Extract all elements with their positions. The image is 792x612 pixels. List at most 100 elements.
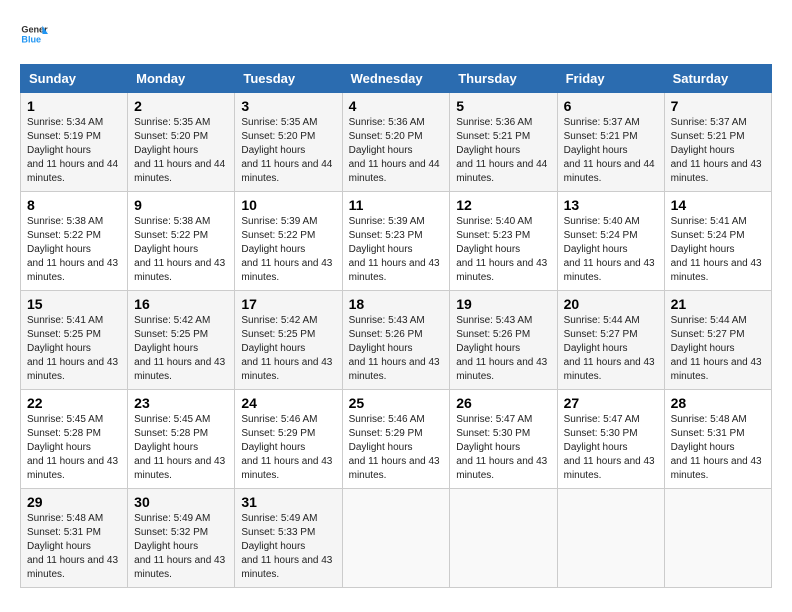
daylight-label: Daylight hours — [241, 541, 305, 552]
daylight-label: Daylight hours — [456, 145, 520, 156]
calendar-cell: 6 Sunrise: 5:37 AM Sunset: 5:21 PM Dayli… — [557, 93, 664, 192]
calendar-week-row: 15 Sunrise: 5:41 AM Sunset: 5:25 PM Dayl… — [21, 291, 772, 390]
logo: General Blue — [20, 20, 52, 48]
calendar-cell: 11 Sunrise: 5:39 AM Sunset: 5:23 PM Dayl… — [342, 192, 450, 291]
sunrise-label: Sunrise: — [671, 117, 708, 128]
sunset-label: Sunset: — [564, 329, 598, 340]
day-number: 4 — [349, 98, 444, 114]
sunset-label: Sunset: — [564, 230, 598, 241]
day-info: Sunrise: 5:45 AM Sunset: 5:28 PM Dayligh… — [134, 413, 228, 483]
sunset-label: Sunset: — [241, 527, 275, 538]
day-info: Sunrise: 5:41 AM Sunset: 5:24 PM Dayligh… — [671, 215, 765, 285]
calendar-cell: 7 Sunrise: 5:37 AM Sunset: 5:21 PM Dayli… — [664, 93, 771, 192]
sunrise-label: Sunrise: — [671, 414, 708, 425]
sunrise-label: Sunrise: — [456, 216, 493, 227]
day-info: Sunrise: 5:37 AM Sunset: 5:21 PM Dayligh… — [564, 116, 658, 186]
sunset-label: Sunset: — [349, 230, 383, 241]
daylight-label: Daylight hours — [564, 244, 628, 255]
calendar-cell: 20 Sunrise: 5:44 AM Sunset: 5:27 PM Dayl… — [557, 291, 664, 390]
calendar-cell: 25 Sunrise: 5:46 AM Sunset: 5:29 PM Dayl… — [342, 390, 450, 489]
day-number: 5 — [456, 98, 550, 114]
daylight-label: Daylight hours — [241, 343, 305, 354]
calendar-cell: 26 Sunrise: 5:47 AM Sunset: 5:30 PM Dayl… — [450, 390, 557, 489]
sunrise-label: Sunrise: — [349, 216, 386, 227]
calendar-cell: 5 Sunrise: 5:36 AM Sunset: 5:21 PM Dayli… — [450, 93, 557, 192]
daylight-label: Daylight hours — [241, 145, 305, 156]
calendar-cell: 28 Sunrise: 5:48 AM Sunset: 5:31 PM Dayl… — [664, 390, 771, 489]
sunrise-label: Sunrise: — [27, 513, 64, 524]
calendar-cell: 4 Sunrise: 5:36 AM Sunset: 5:20 PM Dayli… — [342, 93, 450, 192]
sunset-label: Sunset: — [241, 428, 275, 439]
day-number: 7 — [671, 98, 765, 114]
calendar-cell: 10 Sunrise: 5:39 AM Sunset: 5:22 PM Dayl… — [235, 192, 342, 291]
day-info: Sunrise: 5:42 AM Sunset: 5:25 PM Dayligh… — [134, 314, 228, 384]
calendar-week-row: 22 Sunrise: 5:45 AM Sunset: 5:28 PM Dayl… — [21, 390, 772, 489]
day-info: Sunrise: 5:43 AM Sunset: 5:26 PM Dayligh… — [349, 314, 444, 384]
sunset-label: Sunset: — [456, 329, 490, 340]
day-info: Sunrise: 5:46 AM Sunset: 5:29 PM Dayligh… — [241, 413, 335, 483]
daylight-label: Daylight hours — [27, 541, 91, 552]
daylight-label: Daylight hours — [456, 343, 520, 354]
sunrise-label: Sunrise: — [349, 117, 386, 128]
calendar-cell: 31 Sunrise: 5:49 AM Sunset: 5:33 PM Dayl… — [235, 489, 342, 588]
day-info: Sunrise: 5:36 AM Sunset: 5:21 PM Dayligh… — [456, 116, 550, 186]
sunrise-label: Sunrise: — [671, 216, 708, 227]
daylight-label: Daylight hours — [456, 442, 520, 453]
day-number: 24 — [241, 395, 335, 411]
sunrise-label: Sunrise: — [564, 117, 601, 128]
calendar-week-row: 1 Sunrise: 5:34 AM Sunset: 5:19 PM Dayli… — [21, 93, 772, 192]
calendar-cell — [450, 489, 557, 588]
day-number: 6 — [564, 98, 658, 114]
calendar-cell: 2 Sunrise: 5:35 AM Sunset: 5:20 PM Dayli… — [128, 93, 235, 192]
day-info: Sunrise: 5:41 AM Sunset: 5:25 PM Dayligh… — [27, 314, 121, 384]
day-info: Sunrise: 5:44 AM Sunset: 5:27 PM Dayligh… — [671, 314, 765, 384]
sunrise-label: Sunrise: — [671, 315, 708, 326]
day-number: 28 — [671, 395, 765, 411]
calendar-cell: 27 Sunrise: 5:47 AM Sunset: 5:30 PM Dayl… — [557, 390, 664, 489]
sunrise-label: Sunrise: — [349, 315, 386, 326]
calendar-cell: 19 Sunrise: 5:43 AM Sunset: 5:26 PM Dayl… — [450, 291, 557, 390]
sunset-label: Sunset: — [671, 428, 705, 439]
day-info: Sunrise: 5:34 AM Sunset: 5:19 PM Dayligh… — [27, 116, 121, 186]
daylight-label: Daylight hours — [134, 442, 198, 453]
daylight-label: Daylight hours — [349, 442, 413, 453]
sunset-label: Sunset: — [134, 428, 168, 439]
calendar-cell — [557, 489, 664, 588]
calendar-cell — [342, 489, 450, 588]
day-number: 1 — [27, 98, 121, 114]
day-info: Sunrise: 5:47 AM Sunset: 5:30 PM Dayligh… — [456, 413, 550, 483]
logo-icon: General Blue — [20, 20, 48, 48]
calendar-cell: 3 Sunrise: 5:35 AM Sunset: 5:20 PM Dayli… — [235, 93, 342, 192]
daylight-label: Daylight hours — [671, 145, 735, 156]
day-number: 30 — [134, 494, 228, 510]
column-header-tuesday: Tuesday — [235, 65, 342, 93]
calendar-header-row: SundayMondayTuesdayWednesdayThursdayFrid… — [21, 65, 772, 93]
day-number: 2 — [134, 98, 228, 114]
day-number: 16 — [134, 296, 228, 312]
calendar-cell: 9 Sunrise: 5:38 AM Sunset: 5:22 PM Dayli… — [128, 192, 235, 291]
sunset-label: Sunset: — [241, 131, 275, 142]
day-number: 8 — [27, 197, 121, 213]
sunset-label: Sunset: — [27, 131, 61, 142]
day-info: Sunrise: 5:35 AM Sunset: 5:20 PM Dayligh… — [241, 116, 335, 186]
calendar-cell: 18 Sunrise: 5:43 AM Sunset: 5:26 PM Dayl… — [342, 291, 450, 390]
sunset-label: Sunset: — [349, 131, 383, 142]
calendar-cell: 23 Sunrise: 5:45 AM Sunset: 5:28 PM Dayl… — [128, 390, 235, 489]
day-number: 15 — [27, 296, 121, 312]
sunrise-label: Sunrise: — [241, 216, 278, 227]
sunset-label: Sunset: — [241, 230, 275, 241]
day-number: 3 — [241, 98, 335, 114]
sunset-label: Sunset: — [564, 428, 598, 439]
sunset-label: Sunset: — [27, 230, 61, 241]
day-number: 18 — [349, 296, 444, 312]
svg-text:Blue: Blue — [21, 34, 41, 44]
day-info: Sunrise: 5:38 AM Sunset: 5:22 PM Dayligh… — [27, 215, 121, 285]
calendar-cell: 15 Sunrise: 5:41 AM Sunset: 5:25 PM Dayl… — [21, 291, 128, 390]
day-number: 22 — [27, 395, 121, 411]
day-info: Sunrise: 5:47 AM Sunset: 5:30 PM Dayligh… — [564, 413, 658, 483]
day-info: Sunrise: 5:40 AM Sunset: 5:23 PM Dayligh… — [456, 215, 550, 285]
calendar-cell — [664, 489, 771, 588]
day-number: 29 — [27, 494, 121, 510]
sunset-label: Sunset: — [27, 428, 61, 439]
day-info: Sunrise: 5:35 AM Sunset: 5:20 PM Dayligh… — [134, 116, 228, 186]
